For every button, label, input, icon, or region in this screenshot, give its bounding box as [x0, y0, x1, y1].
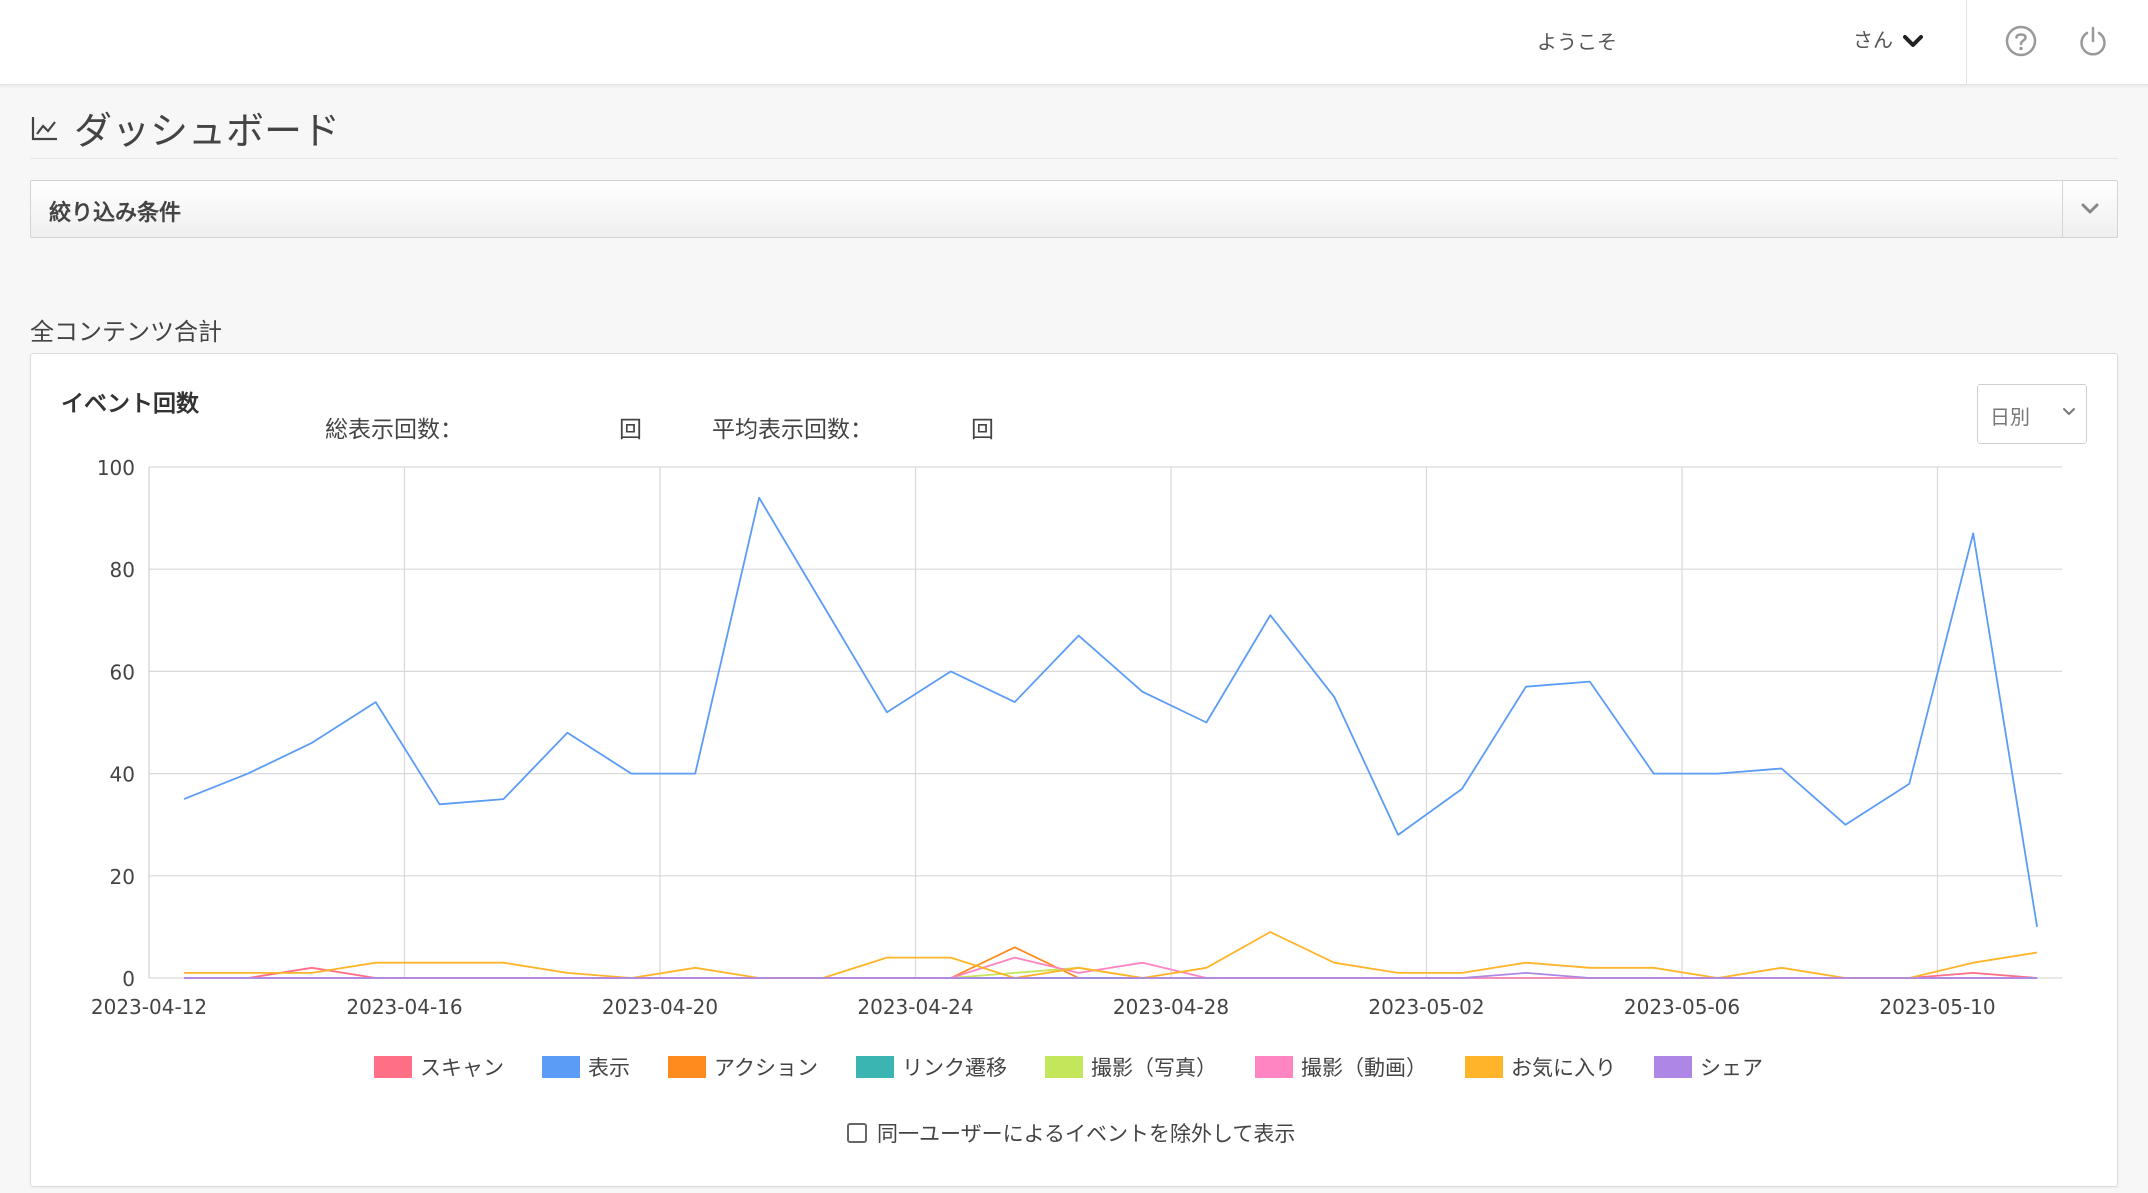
legend-swatch — [668, 1056, 706, 1078]
exclude-same-user-label: 同一ユーザーによるイベントを除外して表示 — [877, 1122, 1296, 1146]
legend-label: お気に入り — [1510, 1056, 1616, 1080]
filter-label: 絞り込み条件 — [49, 201, 182, 226]
legend-item[interactable]: 撮影（動画） — [1254, 1052, 1427, 1082]
y-tick-label: 80 — [110, 558, 135, 582]
x-tick-label: 2023-04-24 — [857, 995, 973, 1019]
y-tick-label: 20 — [110, 865, 135, 889]
x-tick-label: 2023-04-28 — [1113, 995, 1229, 1019]
y-tick-label: 0 — [122, 967, 135, 991]
legend-item[interactable]: お気に入り — [1464, 1052, 1616, 1082]
section-title: 全コンテンツ合計 — [30, 318, 222, 346]
user-name-suffix: さん — [1853, 28, 1893, 52]
power-icon[interactable] — [2076, 24, 2110, 58]
page-header: ダッシュボード — [30, 100, 340, 155]
chevron-down-icon — [2081, 203, 2099, 214]
legend-swatch — [1044, 1056, 1083, 1078]
page-title: ダッシュボード — [74, 109, 341, 153]
welcome-text: ようこそ — [1537, 30, 1617, 54]
series-line-お気に入り — [184, 931, 2038, 979]
exclude-same-user-option[interactable]: 同一ユーザーによるイベントを除外して表示 — [847, 1118, 1295, 1148]
y-tick-label: 40 — [110, 763, 135, 787]
legend-label: リンク遷移 — [901, 1056, 1007, 1080]
x-tick-label: 2023-05-10 — [1879, 995, 1995, 1019]
x-tick-label: 2023-05-02 — [1368, 995, 1484, 1019]
x-tick-label: 2023-04-16 — [346, 995, 462, 1019]
exclude-same-user-checkbox[interactable] — [847, 1123, 867, 1143]
series-line-撮影（動画） — [184, 956, 2038, 979]
legend-swatch — [855, 1056, 894, 1078]
user-menu[interactable]: さん — [1853, 24, 1923, 53]
legend-item[interactable]: スキャン — [374, 1052, 504, 1082]
legend-label: シェア — [1699, 1056, 1763, 1080]
legend-item[interactable]: 表示 — [542, 1052, 630, 1082]
legend-swatch — [1254, 1056, 1293, 1078]
legend-label: アクション — [714, 1056, 818, 1080]
legend-item[interactable]: アクション — [668, 1052, 818, 1082]
x-tick-label: 2023-05-06 — [1624, 995, 1740, 1019]
event-count-card: イベント回数 総表示回数： 回 平均表示回数： 回 日別 0 20 40 60 80 10… — [30, 353, 2118, 1187]
event-line-chart: 0 20 40 60 80 100 2023-04-12 2023-04-16 2023-04-… — [91, 456, 2062, 1019]
legend-swatch — [1464, 1056, 1503, 1078]
legend-item[interactable]: シェア — [1653, 1052, 1763, 1082]
legend-swatch — [542, 1056, 580, 1078]
question-circle-icon[interactable] — [2004, 24, 2038, 58]
y-tick-label: 60 — [110, 660, 135, 684]
chevron-down-icon — [1903, 34, 1923, 47]
filter-expand-button[interactable] — [2062, 181, 2117, 237]
line-chart-icon — [31, 116, 57, 140]
legend-swatch — [1653, 1056, 1692, 1078]
legend-label: 撮影（写真） — [1090, 1056, 1217, 1080]
x-tick-label: 2023-04-12 — [91, 995, 207, 1019]
legend-label: 表示 — [588, 1056, 630, 1080]
legend-label: スキャン — [420, 1056, 504, 1080]
legend-label: 撮影（動画） — [1300, 1056, 1427, 1080]
series-line-表示 — [183, 496, 2038, 928]
filter-panel-toggle[interactable]: 絞り込み条件 — [30, 180, 2118, 238]
x-tick-label: 2023-04-20 — [602, 995, 718, 1019]
y-tick-label: 100 — [97, 456, 135, 480]
legend-swatch — [374, 1056, 412, 1078]
chart-legend: スキャン 表示 アクション リンク遷移 撮影（写真） 撮影（動画） お気に入り シェア — [374, 1052, 1801, 1082]
top-bar: ようこそ さん — [0, 0, 2148, 85]
topbar-divider — [1966, 0, 1967, 84]
legend-item[interactable]: 撮影（写真） — [1044, 1052, 1217, 1082]
legend-item[interactable]: リンク遷移 — [855, 1052, 1007, 1082]
header-divider — [30, 158, 2118, 159]
